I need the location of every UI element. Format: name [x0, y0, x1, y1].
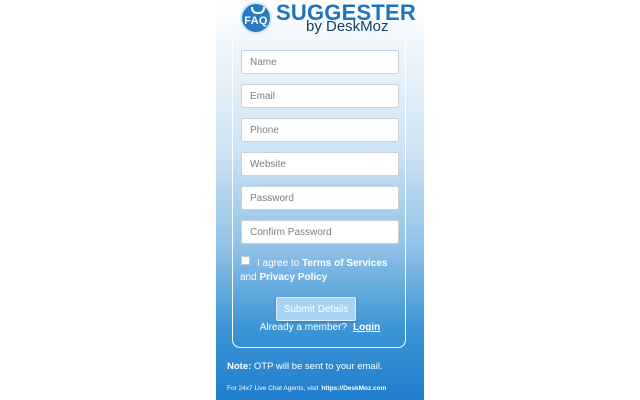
privacy-link[interactable]: Privacy Policy	[259, 272, 327, 283]
note-text: OTP will be sent to your email.	[253, 361, 383, 372]
name-field[interactable]	[241, 50, 399, 74]
note-label: Note:	[227, 361, 252, 372]
submit-details-button[interactable]: Submit Details	[276, 297, 356, 321]
terms-agreement: I agree to Terms of Services and Privacy…	[240, 256, 410, 285]
confirm-password-field[interactable]	[241, 220, 399, 244]
login-prompt: Already a member? Login	[216, 322, 424, 333]
phone-field[interactable]	[241, 118, 399, 142]
login-link[interactable]: Login	[353, 322, 380, 333]
faq-badge-text: FAQ	[244, 15, 268, 27]
terms-checkbox[interactable]	[241, 256, 250, 265]
agree-and: and	[240, 272, 257, 283]
email-field[interactable]	[241, 84, 399, 108]
signup-panel: FAQ SUGGESTER by DeskMoz I agree to Term…	[216, 0, 424, 400]
footer-text: For 24x7 Live Chat Agents, visit	[227, 385, 319, 392]
graduation-cap-icon	[251, 7, 265, 14]
terms-link[interactable]: Terms of Services	[302, 258, 387, 269]
website-field[interactable]	[241, 152, 399, 176]
otp-note: Note: OTP will be sent to your email.	[227, 361, 383, 372]
footer: For 24x7 Live Chat Agents, visit https://…	[227, 385, 386, 392]
member-text: Already a member?	[259, 322, 348, 333]
faq-badge: FAQ	[240, 2, 272, 34]
password-field[interactable]	[241, 186, 399, 210]
app-logo: FAQ SUGGESTER by DeskMoz	[240, 0, 420, 36]
deskmoz-link[interactable]: https://DeskMoz.com	[321, 385, 386, 392]
logo-subtitle: by DeskMoz	[306, 18, 389, 35]
agree-prefix: I agree to	[257, 258, 300, 269]
